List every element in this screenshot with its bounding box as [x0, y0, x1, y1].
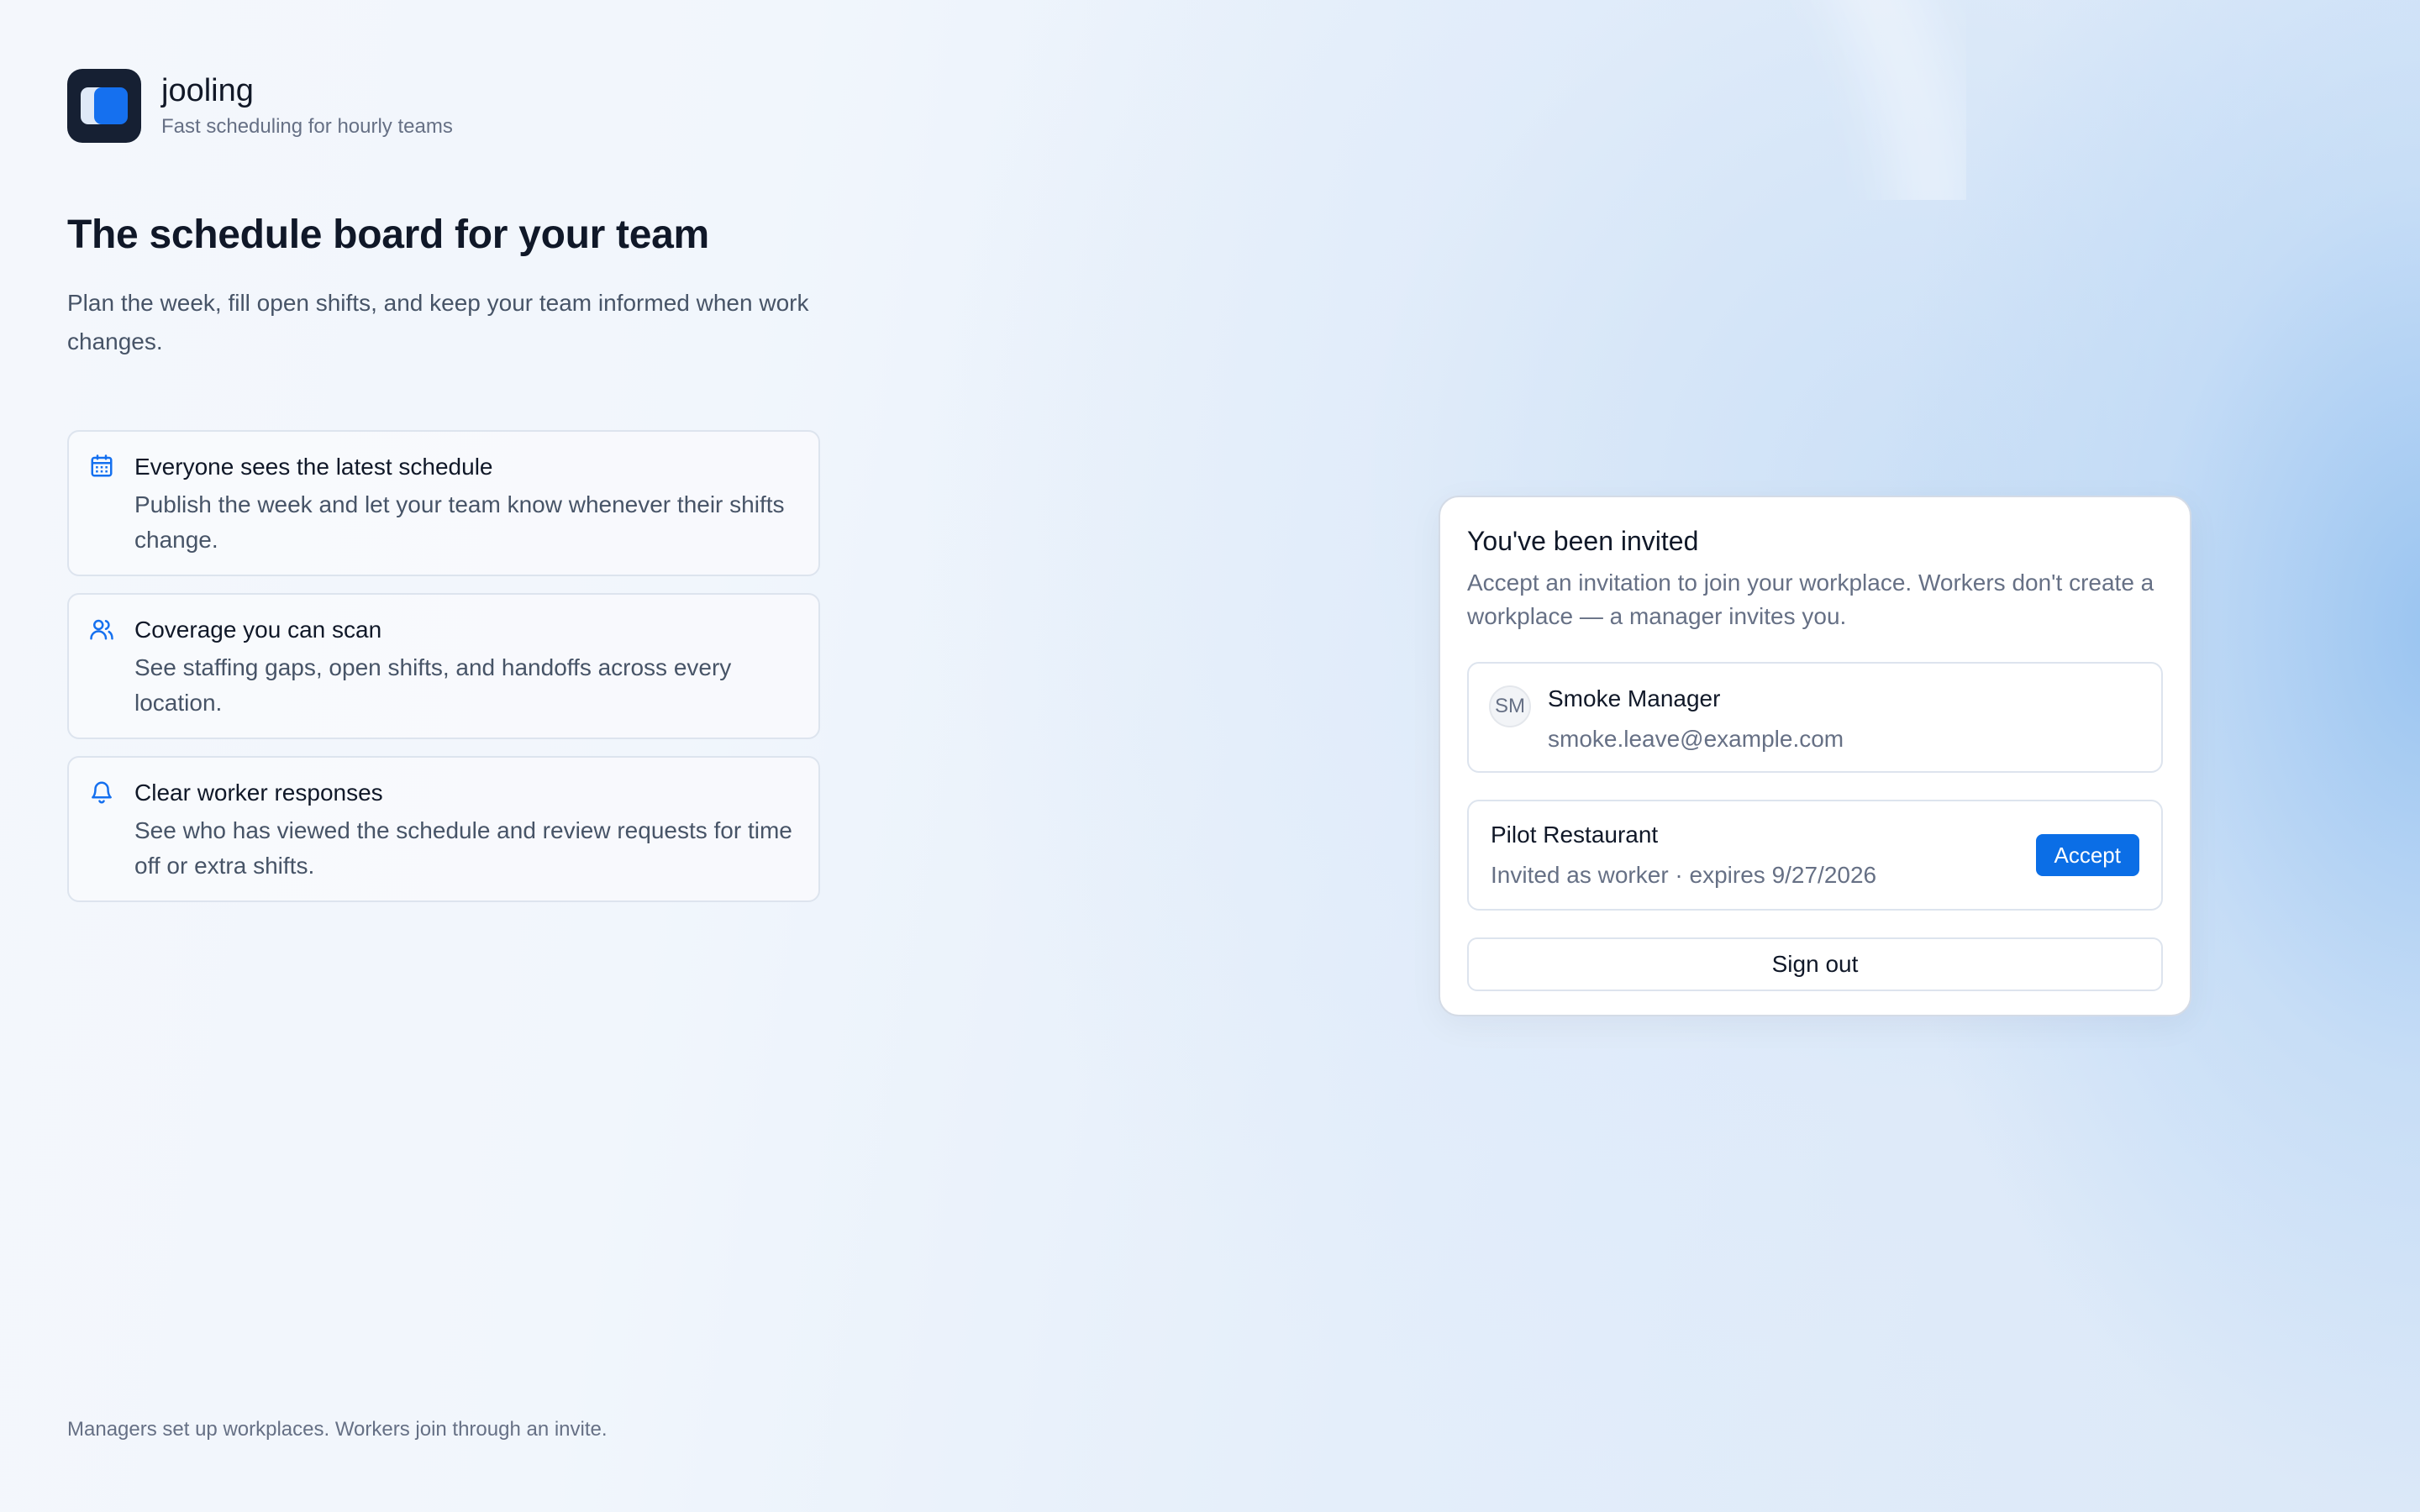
page-title: The schedule board for your team [67, 213, 709, 257]
invitation-meta: Invited as worker · expires 9/27/2026 [1491, 862, 1877, 888]
feature-list: Everyone sees the latest schedule Publis… [67, 430, 820, 919]
user-email: smoke.leave@example.com [1548, 726, 1844, 752]
brand-name: jooling [161, 73, 254, 108]
page-subtitle: Plan the week, fill open shifts, and kee… [67, 290, 809, 354]
signed-in-user: SM Smoke Manager smoke.leave@example.com [1467, 662, 2163, 773]
calendar-icon [89, 454, 114, 479]
feature-description: See who has viewed the schedule and revi… [134, 817, 792, 879]
feature-title: Coverage you can scan [134, 617, 382, 643]
invite-description: Accept an invitation to join your workpl… [1467, 570, 2154, 629]
feature-title: Clear worker responses [134, 780, 383, 806]
invitation-item: Pilot Restaurant Invited as worker · exp… [1467, 800, 2163, 911]
feature-description: See staffing gaps, open shifts, and hand… [134, 654, 732, 716]
feature-description: Publish the week and let your team know … [134, 491, 785, 553]
footer-note: Managers set up workplaces. Workers join… [67, 1418, 608, 1441]
brand-tagline: Fast scheduling for hourly teams [161, 115, 453, 138]
brand: jooling Fast scheduling for hourly teams [67, 69, 453, 143]
bell-icon [89, 780, 114, 805]
workplace-name: Pilot Restaurant [1491, 822, 1659, 848]
invite-title: You've been invited [1467, 526, 1699, 556]
sign-out-button[interactable]: Sign out [1467, 937, 2163, 991]
invite-card: You've been invited Accept an invitation… [1439, 496, 2191, 1016]
logo-icon [67, 69, 141, 143]
avatar: SM [1489, 685, 1531, 727]
feature-card: Clear worker responses See who has viewe… [67, 756, 820, 902]
accept-button[interactable]: Accept [2035, 834, 2139, 876]
feature-card: Coverage you can scan See staffing gaps,… [67, 593, 820, 739]
users-icon [89, 617, 114, 642]
user-name: Smoke Manager [1548, 685, 1721, 711]
feature-card: Everyone sees the latest schedule Publis… [67, 430, 820, 576]
feature-title: Everyone sees the latest schedule [134, 454, 493, 480]
